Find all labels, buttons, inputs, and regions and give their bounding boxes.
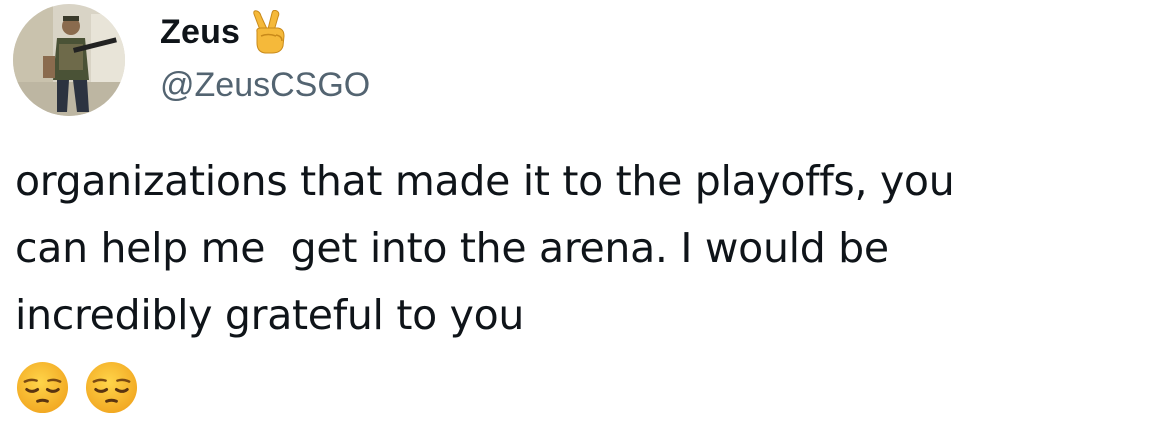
tweet-text-line: organizations that made it to the playof… (15, 157, 955, 205)
display-name[interactable]: Zeus (160, 13, 240, 52)
avatar-photo-icon (13, 4, 125, 116)
user-avatar[interactable] (13, 4, 125, 116)
display-name-row[interactable]: Zeus (160, 6, 286, 58)
pensive-face-emoji-icon (16, 361, 69, 414)
emoji-row (15, 360, 139, 415)
user-handle[interactable]: @ZeusCSGO (160, 66, 370, 105)
tweet-card: Zeus @ZeusCSGO organizations that made i… (0, 0, 1166, 421)
pensive-face-emoji-icon (85, 361, 138, 414)
tweet-text: organizations that made it to the playof… (15, 148, 1155, 349)
tweet-text-line: can help me get into the arena. I would … (15, 224, 889, 272)
tweet-text-line: incredibly grateful to you (15, 291, 525, 339)
victory-hand-emoji-icon (252, 9, 286, 54)
